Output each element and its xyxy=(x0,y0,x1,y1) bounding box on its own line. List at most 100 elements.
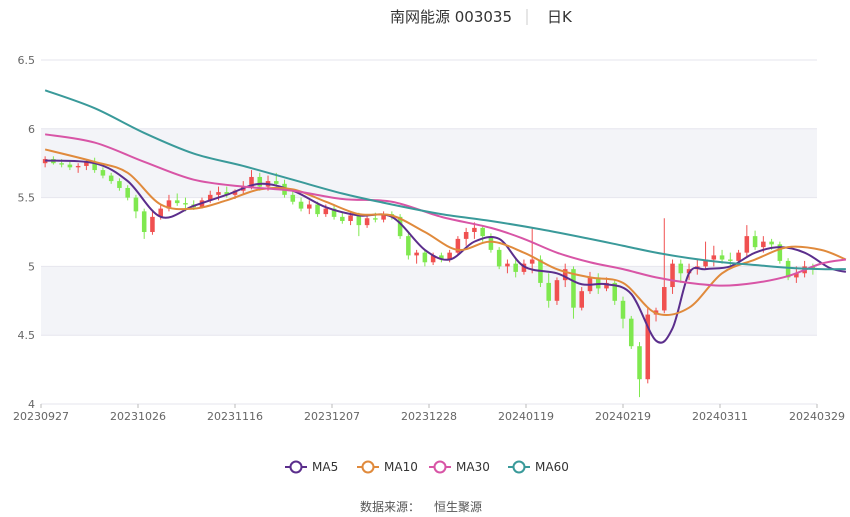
candle-body xyxy=(290,194,296,202)
candle-body xyxy=(744,236,750,253)
candle[interactable] xyxy=(406,233,411,260)
candle-body xyxy=(728,259,733,261)
candle-body xyxy=(174,200,180,204)
legend-marker-icon xyxy=(512,460,526,474)
candle-body xyxy=(513,263,518,272)
legend-label: MA10 xyxy=(384,460,418,474)
x-tick-label: 20240311 xyxy=(692,410,748,423)
candle-body xyxy=(298,201,304,209)
candle[interactable] xyxy=(496,247,502,270)
grid-bands xyxy=(41,128,817,336)
candle-body xyxy=(422,252,428,263)
candle-body xyxy=(315,204,320,215)
candle[interactable] xyxy=(463,227,469,246)
legend-item-ma5[interactable]: MA5 xyxy=(285,460,338,474)
candle-body xyxy=(480,227,485,237)
candle-body xyxy=(183,203,188,205)
legend-label: MA60 xyxy=(535,460,569,474)
candle-body xyxy=(133,197,139,212)
candle[interactable] xyxy=(298,197,304,212)
x-axis-ticks: 20230927 20231026 20231116 20231207 20231228… xyxy=(13,404,845,423)
y-axis-ticks: 44.555.566.5 xyxy=(18,54,36,411)
candle-body xyxy=(769,241,774,245)
candle[interactable] xyxy=(662,218,667,314)
candle[interactable] xyxy=(414,249,419,264)
grid-band xyxy=(41,266,817,336)
x-tick-label: 20240329 xyxy=(789,410,845,423)
candle[interactable] xyxy=(340,212,345,224)
legend-label: MA5 xyxy=(312,460,338,474)
candle[interactable] xyxy=(331,205,337,220)
candle-body xyxy=(496,249,502,267)
x-tick-label: 20230927 xyxy=(13,410,69,423)
candle[interactable] xyxy=(422,249,428,267)
candle[interactable] xyxy=(141,208,147,239)
legend-marker-icon xyxy=(361,460,375,474)
candle-body xyxy=(752,236,758,248)
y-tick-label: 5 xyxy=(28,260,35,273)
candle[interactable] xyxy=(645,307,651,384)
candle-body xyxy=(711,255,717,260)
candle-body xyxy=(373,218,378,220)
legend-marker-icon xyxy=(289,460,303,474)
candle-body xyxy=(150,216,155,232)
candle[interactable] xyxy=(381,211,386,223)
candle-body xyxy=(274,181,279,184)
candle-body xyxy=(472,227,477,232)
candle-body xyxy=(719,255,725,260)
candle-body xyxy=(356,215,362,226)
chart-title: 南网能源 003035 xyxy=(390,8,512,26)
candle-body xyxy=(670,263,675,288)
candle-body xyxy=(554,280,560,301)
candle-body xyxy=(546,282,551,301)
candle-body xyxy=(307,204,312,209)
grid-lines xyxy=(41,59,817,405)
x-tick-label: 20231228 xyxy=(401,410,457,423)
source-label: 数据来源： xyxy=(360,499,420,514)
candle-body xyxy=(620,300,626,319)
candle[interactable] xyxy=(744,225,750,259)
candle-body xyxy=(406,236,411,256)
candle[interactable] xyxy=(150,211,155,235)
candle-body xyxy=(662,287,667,311)
candle[interactable] xyxy=(637,342,642,398)
candle-body xyxy=(323,208,329,215)
y-tick-label: 6 xyxy=(28,123,35,136)
candle-body xyxy=(340,216,345,221)
candle-body xyxy=(67,164,73,168)
candle-body xyxy=(637,346,642,380)
candle-body xyxy=(529,259,535,264)
candle[interactable] xyxy=(133,194,139,219)
candle-body xyxy=(414,252,419,256)
legend-item-ma10[interactable]: MA10 xyxy=(357,460,418,474)
candle-body xyxy=(628,318,634,347)
candle-body xyxy=(216,192,221,195)
candle[interactable] xyxy=(703,241,708,270)
candle-body xyxy=(463,232,469,239)
candle-body xyxy=(348,215,353,221)
chart-legend[interactable]: MA5 MA10 MA30 MA60 xyxy=(285,460,569,474)
candle-body xyxy=(488,236,494,250)
candle-body xyxy=(100,170,106,176)
candle-body xyxy=(59,163,64,165)
legend-item-ma60[interactable]: MA60 xyxy=(508,460,569,474)
candle-body xyxy=(579,291,584,308)
candle-body xyxy=(75,165,81,168)
x-tick-label: 20231026 xyxy=(110,410,166,423)
candle-body xyxy=(108,175,114,182)
candle[interactable] xyxy=(439,252,444,263)
kline-chart: 44.555.566.5 20230927 20231026 20231116 202… xyxy=(13,8,847,514)
candle[interactable] xyxy=(628,315,634,349)
candle-body xyxy=(364,218,370,226)
candle[interactable] xyxy=(752,230,758,250)
candle[interactable] xyxy=(777,241,783,264)
legend-item-ma30[interactable]: MA30 xyxy=(429,460,490,474)
candle[interactable] xyxy=(711,245,717,267)
candle[interactable] xyxy=(728,252,733,267)
candle[interactable] xyxy=(307,200,312,215)
y-tick-label: 6.5 xyxy=(18,54,36,67)
y-tick-label: 4.5 xyxy=(18,329,36,342)
candle-body xyxy=(125,187,130,198)
y-tick-label: 5.5 xyxy=(18,192,36,205)
candle-body xyxy=(141,211,147,232)
